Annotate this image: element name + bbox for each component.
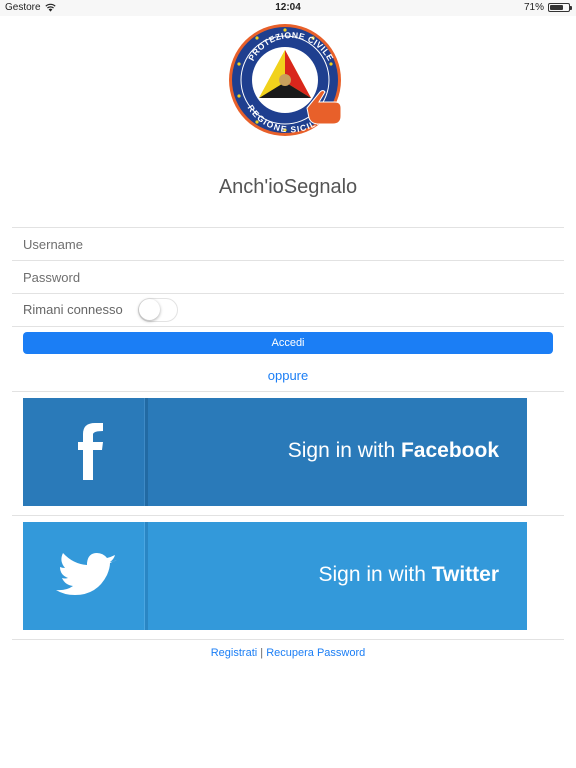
- username-input[interactable]: [23, 232, 553, 256]
- facebook-divider: [144, 398, 148, 506]
- register-link[interactable]: Registrati: [211, 647, 257, 659]
- recover-password-link[interactable]: Recupera Password: [266, 647, 365, 659]
- remember-me-label: Rimani connesso: [23, 302, 123, 317]
- divider: [12, 391, 564, 392]
- facebook-signin-prefix: Sign in with: [287, 439, 401, 462]
- twitter-bird-icon: [56, 553, 117, 595]
- login-button[interactable]: Accedi: [23, 332, 553, 354]
- twitter-signin-label: Sign in with Twitter: [318, 522, 499, 630]
- battery-level: [550, 5, 563, 10]
- app-title: Anch'ioSegnalo: [218, 176, 358, 198]
- battery-icon: [548, 3, 572, 12]
- footer-links: Registrati | Recupera Password: [0, 647, 576, 659]
- divider: [12, 260, 564, 261]
- twitter-brand: Twitter: [431, 563, 499, 586]
- protezione-civile-logo: PROTEZIONE CIVILE REGIONE SICILIANA: [229, 24, 342, 136]
- or-label[interactable]: oppure: [0, 368, 576, 383]
- status-right: 71%: [523, 2, 572, 13]
- divider: [12, 639, 564, 640]
- password-input[interactable]: [23, 265, 553, 289]
- facebook-f-icon: [78, 423, 103, 480]
- twitter-signin-button[interactable]: Sign in with Twitter: [23, 522, 527, 630]
- facebook-signin-label: Sign in with Facebook: [288, 398, 499, 506]
- clock: 12:04: [275, 2, 301, 13]
- status-bar: Gestore 12:04 71%: [0, 0, 576, 16]
- footer-separator: |: [260, 647, 264, 659]
- toggle-knob: [139, 299, 160, 320]
- twitter-divider: [144, 522, 148, 630]
- divider: [12, 293, 564, 294]
- twitter-icon-area: [23, 522, 144, 630]
- facebook-brand: Facebook: [400, 439, 499, 462]
- divider: [12, 326, 564, 327]
- facebook-signin-button[interactable]: Sign in with Facebook: [23, 398, 527, 506]
- divider: [12, 515, 564, 516]
- battery-percent: 71%: [523, 2, 544, 13]
- remember-me-toggle[interactable]: [138, 298, 178, 322]
- facebook-icon-area: [23, 398, 144, 506]
- divider: [12, 227, 564, 228]
- twitter-signin-prefix: Sign in with: [318, 563, 432, 586]
